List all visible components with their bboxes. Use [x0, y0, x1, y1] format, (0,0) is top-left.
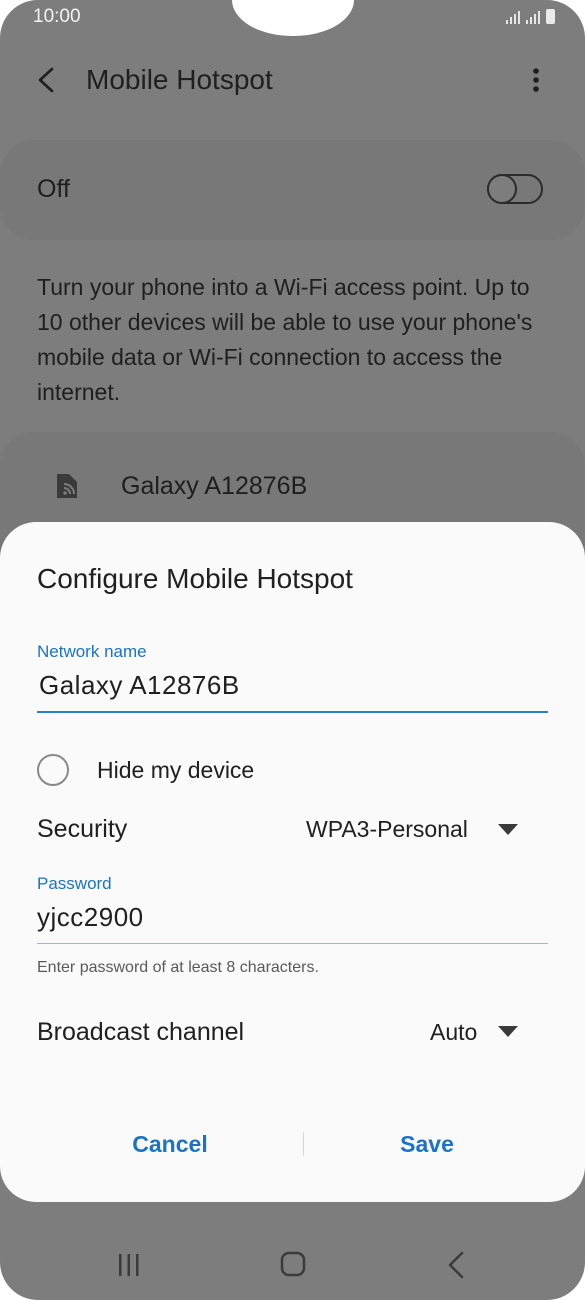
hide-device-radio[interactable]: [37, 754, 69, 786]
recents-icon[interactable]: [116, 1252, 142, 1278]
broadcast-channel-select[interactable]: Auto: [430, 1019, 477, 1046]
cancel-button[interactable]: Cancel: [110, 1131, 230, 1158]
battery-icon: [546, 9, 555, 24]
status-time: 10:00: [33, 6, 81, 27]
more-vert-icon[interactable]: [524, 66, 548, 94]
password-underline: [37, 943, 548, 944]
status-icons: [506, 9, 555, 24]
password-helper-text: Enter password of at least 8 characters.: [37, 959, 319, 976]
dialog-title: Configure Mobile Hotspot: [37, 563, 353, 594]
security-select[interactable]: WPA3-Personal: [306, 816, 468, 843]
page-title: Mobile Hotspot: [86, 64, 273, 95]
app-bar: Mobile Hotspot: [0, 50, 585, 110]
broadcast-channel-label: Broadcast channel: [37, 1018, 245, 1046]
signal-icon: [506, 11, 520, 24]
phone-screen: 10:00 Mobile Hotspot Off Turn your phone: [0, 0, 585, 1300]
hide-device-label[interactable]: Hide my device: [97, 757, 254, 784]
chevron-down-icon[interactable]: [498, 1026, 518, 1037]
nav-back-icon[interactable]: [446, 1250, 466, 1280]
system-navigation-bar: [0, 1232, 585, 1300]
hotspot-switch[interactable]: [487, 174, 543, 204]
hotspot-description: Turn your phone into a Wi-Fi access poin…: [37, 274, 533, 405]
password-input[interactable]: yjcc2900: [37, 902, 144, 933]
home-icon[interactable]: [280, 1250, 306, 1278]
save-button[interactable]: Save: [367, 1131, 487, 1158]
button-divider: [303, 1132, 304, 1156]
network-name-underline: [37, 711, 548, 713]
chevron-down-icon[interactable]: [498, 824, 518, 835]
back-arrow-icon[interactable]: [34, 65, 62, 95]
signal-icon-secondary: [526, 11, 540, 24]
hotspot-toggle-label: Off: [37, 175, 70, 203]
device-name: Galaxy A12876B: [121, 472, 308, 500]
hotspot-device-icon: [57, 474, 77, 498]
security-label: Security: [37, 815, 128, 843]
password-label: Password: [37, 874, 112, 893]
configure-hotspot-dialog: Configure Mobile Hotspot Network name Ga…: [0, 522, 585, 1202]
network-name-input[interactable]: Galaxy A12876B: [39, 670, 240, 701]
network-name-label: Network name: [37, 642, 147, 661]
switch-knob: [487, 174, 517, 204]
